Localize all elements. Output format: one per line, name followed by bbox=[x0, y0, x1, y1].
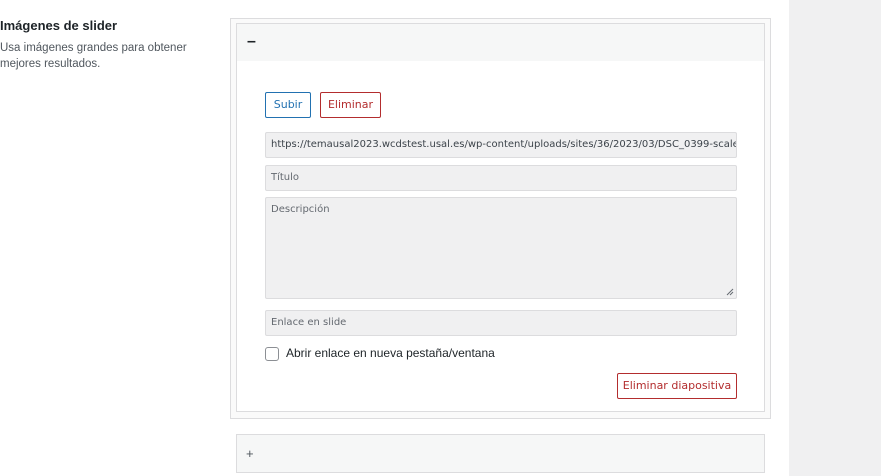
section-description: Usa imágenes grandes para obtener mejore… bbox=[0, 42, 187, 70]
expand-icon[interactable]: + bbox=[246, 447, 254, 460]
new-tab-label[interactable]: Abrir enlace en nueva pestaña/ventana bbox=[286, 346, 495, 360]
section-title: Imágenes de slider bbox=[0, 18, 118, 33]
collapse-icon[interactable]: – bbox=[247, 34, 256, 50]
slide-link-field[interactable]: Enlace en slide bbox=[265, 310, 737, 336]
remove-image-button[interactable]: Eliminar bbox=[320, 92, 381, 118]
collapsed-slide-panel[interactable]: + bbox=[236, 434, 765, 473]
delete-slide-button[interactable]: Eliminar diapositiva bbox=[617, 373, 737, 399]
image-url-field[interactable]: https://temausal2023.wcdstest.usal.es/wp… bbox=[265, 132, 737, 158]
description-placeholder: Descripción bbox=[271, 204, 330, 215]
upload-button[interactable]: Subir bbox=[265, 92, 311, 118]
description-textarea[interactable]: Descripción bbox=[265, 197, 737, 299]
resize-grip-icon[interactable] bbox=[726, 288, 734, 296]
slide-panel-header[interactable]: – bbox=[237, 24, 764, 61]
new-tab-checkbox[interactable] bbox=[265, 347, 279, 361]
title-field[interactable]: Título bbox=[265, 165, 737, 191]
admin-side-area bbox=[789, 0, 881, 476]
